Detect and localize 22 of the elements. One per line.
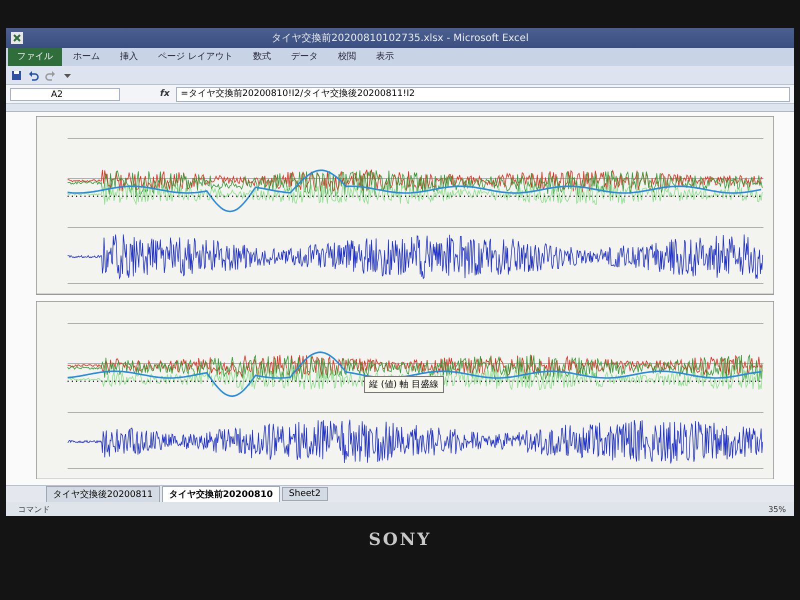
- ribbon-tab[interactable]: 校閲: [328, 47, 365, 66]
- ribbon-tab[interactable]: ホーム: [64, 47, 109, 66]
- ribbon-tab[interactable]: ページ レイアウト: [149, 47, 242, 66]
- status-mode: コマンド: [18, 504, 50, 514]
- ribbon-tab[interactable]: 挿入: [111, 47, 147, 66]
- brand-logo: SONY: [368, 530, 432, 550]
- name-box[interactable]: A2: [10, 88, 120, 100]
- window-title: タイヤ交換前20200810102735.xlsx - Microsoft Excel: [271, 32, 529, 45]
- ribbon-tab[interactable]: 表示: [366, 47, 403, 66]
- ribbon-tab[interactable]: 数式: [244, 47, 280, 66]
- formula-field[interactable]: =タイヤ交換前20200810!I2/タイヤ交換後20200811!I2: [176, 86, 790, 102]
- tooltip: 縦 (値) 軸 目盛線: [364, 376, 444, 393]
- save-icon[interactable]: [11, 70, 22, 80]
- zoom-level[interactable]: 35%: [768, 504, 786, 514]
- undo-icon[interactable]: [28, 70, 39, 80]
- sheet-tab[interactable]: タイヤ交換後20200811: [46, 486, 160, 502]
- sheet-tab[interactable]: Sheet2: [282, 487, 328, 501]
- file-tab[interactable]: ファイル: [8, 47, 62, 66]
- fx-button[interactable]: fx: [160, 89, 170, 99]
- ribbon-tab[interactable]: データ: [282, 47, 327, 66]
- excel-icon: [10, 31, 24, 45]
- sheet-tab[interactable]: タイヤ交換前20200810: [162, 486, 280, 502]
